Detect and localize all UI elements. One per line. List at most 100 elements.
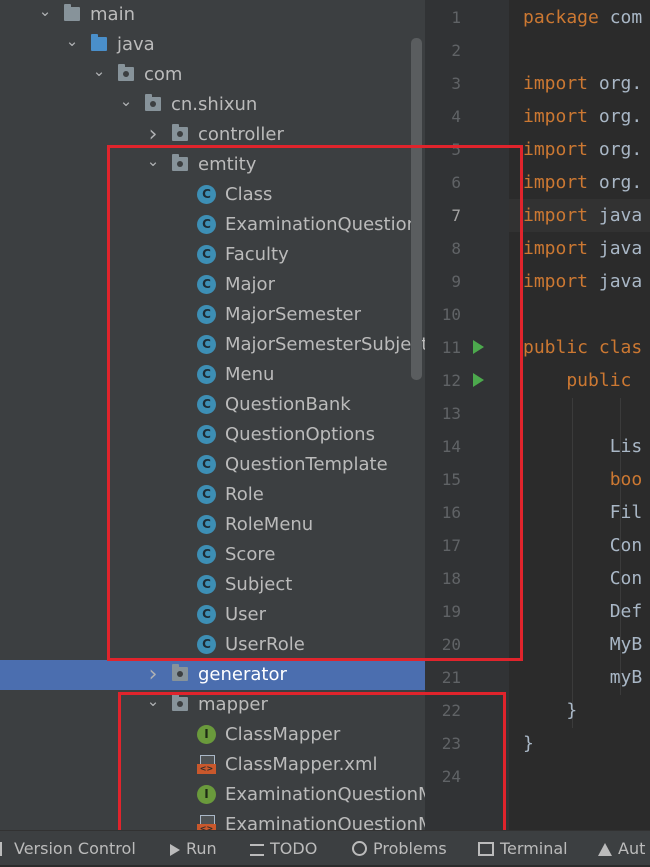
class-icon: C <box>197 485 216 504</box>
chevron-down-icon[interactable]: ⌄ <box>90 60 108 90</box>
code-line[interactable]: boo <box>523 463 643 496</box>
tree-item-label: QuestionTemplate <box>225 454 388 475</box>
run-gutter-icon[interactable] <box>473 373 484 387</box>
code-keyword: import <box>523 106 589 127</box>
tree-item[interactable]: ⌄ cn.shixun <box>0 90 425 120</box>
class-icon: C <box>197 575 216 594</box>
tree-item[interactable]: C RoleMenu <box>0 510 425 540</box>
tree-item[interactable]: C Score <box>0 540 425 570</box>
tree-item-label: main <box>90 4 135 25</box>
code-line[interactable]: Con <box>523 562 643 595</box>
tree-item[interactable]: ⌄ main <box>0 0 425 30</box>
terminal-icon <box>478 842 494 856</box>
code-text: java <box>588 205 643 226</box>
project-tree: ⌄ main ⌄ java ⌄ com ⌄ cn.shixun › controller ⌄ emti… <box>0 0 425 830</box>
code-line[interactable]: package com <box>523 1 642 34</box>
code-line[interactable]: import java <box>523 232 642 265</box>
chevron-down-icon[interactable]: ⌄ <box>63 30 81 60</box>
line-number: 9 <box>451 272 461 291</box>
line-number: 12 <box>441 371 461 390</box>
chevron-down-icon[interactable]: ⌄ <box>144 150 162 180</box>
code-line[interactable]: MyB <box>523 628 643 661</box>
tree-item[interactable]: <> ClassMapper.xml <box>0 750 425 780</box>
tool-window-button[interactable]: Aut <box>598 831 645 865</box>
line-number: 14 <box>441 437 461 456</box>
tree-item[interactable]: C MajorSemester <box>0 300 425 330</box>
code-line[interactable]: import org. <box>523 67 642 100</box>
tree-item[interactable]: ⌄ mapper <box>0 690 425 720</box>
chevron-right-icon[interactable]: › <box>144 120 162 150</box>
tree-item[interactable]: <> ExaminationQuestionMapper.xml <box>0 810 425 830</box>
line-number: 5 <box>451 140 461 159</box>
tree-item[interactable]: I ExaminationQuestionMapper <box>0 780 425 810</box>
code-line[interactable]: Def <box>523 595 643 628</box>
bottom-tool-bar: Version Control Run TODO Problems Terminal Au… <box>0 830 650 865</box>
code-line[interactable]: public <box>523 364 642 397</box>
code-line[interactable]: import org. <box>523 100 642 133</box>
tree-item[interactable]: C QuestionOptions <box>0 420 425 450</box>
code-line[interactable]: } <box>523 727 534 760</box>
tree-item[interactable]: C Faculty <box>0 240 425 270</box>
tree-item-label: Major <box>225 274 275 295</box>
tree-item[interactable]: C Class <box>0 180 425 210</box>
tree-item[interactable]: I ClassMapper <box>0 720 425 750</box>
chevron-down-icon[interactable]: ⌄ <box>117 90 135 120</box>
line-number: 6 <box>451 173 461 192</box>
tree-item[interactable]: C Subject <box>0 570 425 600</box>
tool-window-button[interactable]: Terminal <box>478 831 568 865</box>
code-keyword: public clas <box>523 337 643 358</box>
tree-item-label: Menu <box>225 364 275 385</box>
xml-file-icon: <> <box>197 755 216 774</box>
run-gutter-icon[interactable] <box>473 340 484 354</box>
tree-item-label: com <box>144 64 183 85</box>
code-line[interactable]: Lis <box>523 430 643 463</box>
tree-item[interactable]: › generator <box>0 660 425 690</box>
interface-icon: I <box>197 725 216 744</box>
tree-item[interactable]: C Role <box>0 480 425 510</box>
tree-item-label: MajorSemester <box>225 304 361 325</box>
chevron-down-icon[interactable]: ⌄ <box>144 690 162 720</box>
chevron-right-icon[interactable]: › <box>144 660 162 690</box>
tree-item[interactable]: C Menu <box>0 360 425 390</box>
code-line[interactable]: import java <box>523 199 642 232</box>
code-line[interactable]: import org. <box>523 166 642 199</box>
code-keyword: import <box>523 139 589 160</box>
tree-scrollbar[interactable] <box>411 38 422 380</box>
class-icon: C <box>197 605 216 624</box>
class-icon: C <box>197 395 216 414</box>
code-line[interactable]: myB <box>523 661 643 694</box>
tree-item[interactable]: C Major <box>0 270 425 300</box>
tree-item[interactable]: C User <box>0 600 425 630</box>
tree-item[interactable]: C ExaminationQuestion <box>0 210 425 240</box>
line-number: 22 <box>441 701 461 720</box>
tree-item[interactable]: C QuestionTemplate <box>0 450 425 480</box>
code-line[interactable]: } <box>523 694 577 727</box>
tree-item[interactable]: C QuestionBank <box>0 390 425 420</box>
tool-window-button[interactable]: Problems <box>352 831 447 865</box>
tree-item[interactable]: ⌄ java <box>0 30 425 60</box>
code-line[interactable]: public clas <box>523 331 642 364</box>
code-line[interactable]: import java <box>523 265 642 298</box>
code-line[interactable]: import org. <box>523 133 642 166</box>
tree-item-label: controller <box>198 124 284 145</box>
tree-item[interactable]: C UserRole <box>0 630 425 660</box>
tree-item[interactable]: C MajorSemesterSubject <box>0 330 425 360</box>
tool-window-button[interactable]: TODO <box>250 831 317 865</box>
chevron-down-icon[interactable]: ⌄ <box>36 0 54 30</box>
tree-item[interactable]: ⌄ emtity <box>0 150 425 180</box>
code-text: } <box>523 700 578 721</box>
tree-item[interactable]: › controller <box>0 120 425 150</box>
code-editor[interactable]: package com import org. import org. import … <box>509 0 650 830</box>
line-number: 4 <box>451 107 461 126</box>
line-number: 23 <box>441 734 461 753</box>
tree-item-label: QuestionBank <box>225 394 351 415</box>
line-number: 21 <box>441 668 461 687</box>
code-line[interactable]: Con <box>523 529 643 562</box>
tree-item[interactable]: ⌄ com <box>0 60 425 90</box>
run-icon <box>170 844 180 856</box>
code-keyword: package <box>523 7 599 28</box>
code-line[interactable]: Fil <box>523 496 643 529</box>
tool-window-button[interactable]: Version Control <box>0 831 136 865</box>
tool-window-button[interactable]: Run <box>170 831 217 865</box>
package-icon <box>172 154 188 171</box>
